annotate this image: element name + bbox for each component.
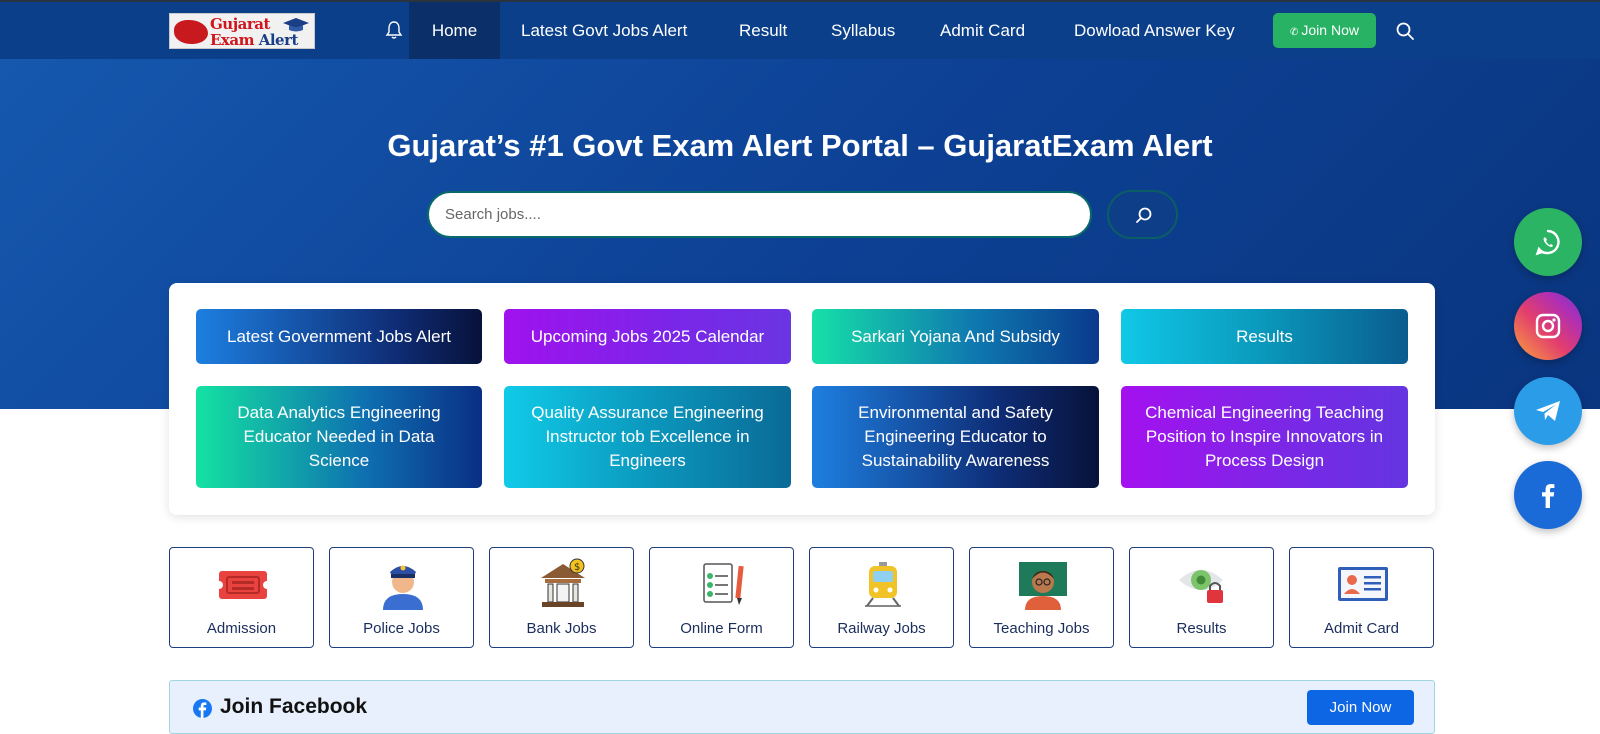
- nav-admit-card[interactable]: Admit Card: [940, 2, 1025, 59]
- search-input[interactable]: [429, 193, 1090, 236]
- nav-download-answer-key[interactable]: Dowload Answer Key: [1074, 2, 1235, 59]
- telegram-button[interactable]: [1514, 377, 1582, 445]
- category-label: Teaching Jobs: [993, 620, 1090, 637]
- quick-links-card: Latest Government Jobs Alert Upcoming Jo…: [169, 283, 1435, 515]
- logo-text-line2: Exam Alert: [210, 31, 298, 49]
- bank-icon: $: [541, 558, 585, 607]
- category-label: Police Jobs: [363, 620, 440, 637]
- category-teaching-jobs[interactable]: Teaching Jobs: [969, 547, 1114, 648]
- nav-home[interactable]: Home: [409, 2, 500, 59]
- telegram-icon: [1536, 401, 1560, 421]
- train-icon: [865, 562, 901, 607]
- category-label: Bank Jobs: [526, 620, 597, 637]
- eye-lock-icon: [1179, 570, 1223, 603]
- category-results[interactable]: Results: [1129, 547, 1274, 648]
- whatsapp-icon: [1535, 229, 1560, 256]
- id-card-icon: [1338, 567, 1388, 601]
- quick-link-sarkari-yojana[interactable]: Sarkari Yojana And Subsidy: [812, 309, 1099, 364]
- facebook-icon: [1542, 484, 1555, 508]
- nav-latest-govt-jobs[interactable]: Latest Govt Jobs Alert: [521, 2, 687, 59]
- search-icon[interactable]: [1395, 21, 1415, 41]
- category-bank-jobs[interactable]: $ Bank Jobs: [489, 547, 634, 648]
- category-label: Railway Jobs: [837, 620, 926, 637]
- gujarat-map-icon: [174, 20, 208, 44]
- form-checklist-icon: [703, 563, 744, 605]
- quick-link-latest-government-jobs[interactable]: Latest Government Jobs Alert: [196, 309, 482, 364]
- quick-link-chemical-engineering[interactable]: Chemical Engineering Teaching Position t…: [1121, 386, 1408, 488]
- search-icon: [1136, 207, 1152, 223]
- join-facebook-title: Join Facebook: [220, 695, 368, 718]
- phone-icon: ✆: [1290, 27, 1299, 38]
- svg-text:$: $: [574, 562, 580, 573]
- nav-result[interactable]: Result: [739, 2, 787, 59]
- teacher-icon: [1019, 562, 1067, 610]
- category-police-jobs[interactable]: Police Jobs: [329, 547, 474, 648]
- quick-link-data-analytics[interactable]: Data Analytics Engineering Educator Need…: [196, 386, 482, 488]
- join-now-button[interactable]: ✆ Join Now: [1273, 13, 1376, 48]
- graduation-cap-icon: [283, 18, 309, 32]
- main-navbar: Gujarat Exam Alert Home Latest Govt Jobs…: [0, 2, 1600, 59]
- instagram-icon: [1535, 313, 1561, 339]
- instagram-button[interactable]: [1514, 292, 1582, 360]
- hero-title: Gujarat’s #1 Govt Exam Alert Portal – Gu…: [387, 128, 1213, 163]
- police-officer-icon: [383, 565, 423, 610]
- join-facebook-banner: Join Facebook Join Now: [169, 680, 1435, 734]
- bell-icon[interactable]: [385, 20, 403, 40]
- quick-link-upcoming-jobs-calendar[interactable]: Upcoming Jobs 2025 Calendar: [504, 309, 791, 364]
- facebook-button[interactable]: [1514, 461, 1582, 529]
- facebook-icon: [193, 699, 212, 718]
- quick-link-quality-assurance[interactable]: Quality Assurance Engineering Instructor…: [504, 386, 791, 488]
- site-logo[interactable]: Gujarat Exam Alert: [169, 13, 315, 49]
- category-online-form[interactable]: Online Form: [649, 547, 794, 648]
- category-admission[interactable]: Admission: [169, 547, 314, 648]
- category-label: Results: [1176, 620, 1227, 637]
- search-box: [427, 191, 1092, 238]
- category-label: Online Form: [680, 620, 763, 637]
- whatsapp-button[interactable]: [1514, 208, 1582, 276]
- ticket-icon: [217, 571, 269, 599]
- nav-syllabus[interactable]: Syllabus: [831, 2, 895, 59]
- quick-link-results[interactable]: Results: [1121, 309, 1408, 364]
- category-label: Admit Card: [1323, 620, 1400, 637]
- quick-link-environmental-safety[interactable]: Environmental and Safety Engineering Edu…: [812, 386, 1099, 488]
- category-label: Admission: [206, 620, 277, 637]
- search-button[interactable]: [1107, 190, 1178, 239]
- facebook-join-now-button[interactable]: Join Now: [1307, 690, 1414, 725]
- category-railway-jobs[interactable]: Railway Jobs: [809, 547, 954, 648]
- category-admit-card[interactable]: Admit Card: [1289, 547, 1434, 648]
